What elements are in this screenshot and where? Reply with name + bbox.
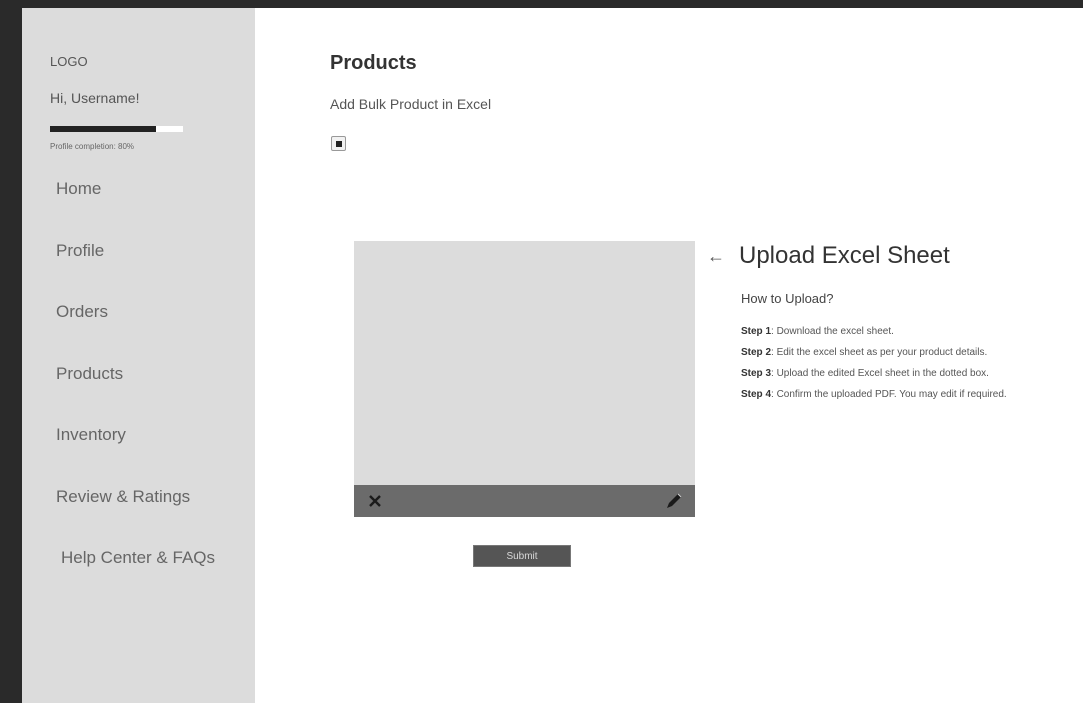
sidebar-item-inventory[interactable]: Inventory	[56, 421, 215, 483]
user-greeting: Hi, Username!	[50, 90, 140, 106]
page-subtitle: Add Bulk Product in Excel	[330, 96, 492, 112]
checkbox-icon[interactable]	[331, 136, 346, 151]
sidebar-item-help[interactable]: Help Center & FAQs	[56, 544, 215, 606]
upload-toolbar	[354, 485, 695, 517]
profile-progress-bar	[50, 126, 183, 132]
sidebar-item-home[interactable]: Home	[56, 175, 215, 237]
step-3: Step 3: Upload the edited Excel sheet in…	[741, 368, 989, 379]
submit-button[interactable]: Submit	[473, 545, 571, 567]
close-icon[interactable]	[364, 490, 386, 512]
profile-progress-fill	[50, 126, 157, 132]
sidebar-item-products[interactable]: Products	[56, 360, 215, 422]
left-arrow-icon[interactable]: ←	[707, 246, 725, 267]
main-content: Products Add Bulk Product in Excel Submi…	[255, 8, 1083, 703]
sidebar-nav: Home Profile Orders Products Inventory R…	[56, 175, 215, 606]
sidebar: LOGO Hi, Username! Profile completion: 8…	[22, 8, 255, 703]
sidebar-item-reviews[interactable]: Review & Ratings	[56, 483, 215, 545]
step-1: Step 1: Download the excel sheet.	[741, 326, 894, 337]
upload-steps: Step 1: Download the excel sheet. Step 2…	[741, 325, 1041, 409]
sidebar-item-profile[interactable]: Profile	[56, 237, 215, 299]
upload-heading: Upload Excel Sheet	[739, 242, 950, 269]
upload-dropzone[interactable]	[354, 241, 695, 517]
sidebar-item-orders[interactable]: Orders	[56, 298, 215, 360]
step-4: Step 4: Confirm the uploaded PDF. You ma…	[741, 389, 1007, 400]
profile-progress-label: Profile completion: 80%	[50, 142, 135, 151]
app-frame: LOGO Hi, Username! Profile completion: 8…	[22, 8, 1083, 703]
page-title: Products	[330, 52, 417, 74]
step-2: Step 2: Edit the excel sheet as per your…	[741, 347, 988, 358]
pencil-icon[interactable]	[663, 490, 685, 512]
how-to-heading: How to Upload?	[741, 291, 834, 306]
logo: LOGO	[50, 54, 88, 69]
